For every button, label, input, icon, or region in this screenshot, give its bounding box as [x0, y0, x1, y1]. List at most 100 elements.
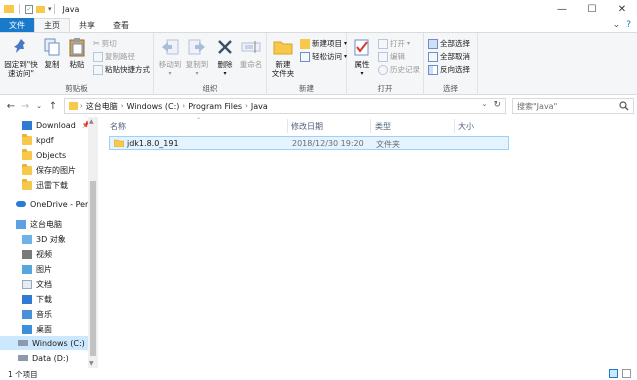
new-group-label: 新建	[299, 84, 314, 93]
nav-item-label: 图片	[36, 264, 52, 274]
breadcrumb-program-files[interactable]: Program Files	[188, 102, 242, 111]
nav-item-label: 迅雷下载	[36, 180, 68, 190]
scissors-icon: ✂	[93, 39, 100, 48]
details-view-icon[interactable]	[609, 369, 618, 378]
separator	[53, 4, 55, 14]
chevron-right-icon[interactable]: ›	[80, 102, 83, 110]
nav-item-3d-objects[interactable]: 3D 对象	[22, 232, 66, 246]
address-dropdown-icon[interactable]: ⌄	[482, 100, 488, 110]
organize-group-label: 组织	[202, 84, 218, 93]
nav-item-pictures[interactable]: 图片	[22, 262, 52, 276]
forward-arrow-icon[interactable]: →	[18, 101, 32, 112]
history-icon	[378, 64, 388, 75]
copy-button[interactable]: 复制	[42, 36, 62, 69]
nav-item-download[interactable]: Download 📌	[22, 118, 90, 132]
nav-item-this-pc[interactable]: 这台电脑	[16, 217, 62, 231]
properties-check-icon[interactable]: ✓	[25, 4, 33, 14]
sort-indicator-icon: ⌃	[196, 117, 202, 124]
refresh-icon[interactable]: ↻	[493, 100, 501, 110]
chevron-right-icon[interactable]: ›	[182, 102, 185, 110]
select-all-button[interactable]: 全部选择	[428, 38, 470, 49]
search-input[interactable]: 搜索"Java"	[512, 98, 634, 114]
file-row[interactable]: jdk1.8.0_191 2018/12/30 19:20 文件夹	[109, 136, 509, 150]
nav-item-objects[interactable]: Objects	[22, 148, 66, 162]
tab-home[interactable]: 主页	[34, 18, 70, 32]
nav-item-music[interactable]: 音乐	[22, 307, 52, 321]
invert-selection-button[interactable]: 反向选择	[428, 64, 470, 75]
ribbon-tabs: 文件 主页 共享 查看 ⌄ ?	[0, 18, 637, 33]
copy-to-label: 复制到	[185, 60, 209, 69]
customize-dropdown-icon[interactable]: ▾	[48, 5, 52, 13]
history-button[interactable]: 历史记录	[378, 64, 420, 75]
breadcrumb-windows-c[interactable]: Windows (C:)	[127, 102, 180, 111]
tab-file[interactable]: 文件	[0, 18, 34, 32]
nav-item-desktop[interactable]: 桌面	[22, 322, 52, 336]
up-arrow-icon[interactable]: ↑	[46, 101, 60, 112]
edit-button[interactable]: 编辑	[378, 51, 405, 62]
column-header-modified[interactable]: 修改日期	[291, 121, 323, 132]
open-button[interactable]: 打开 ▾	[378, 38, 410, 49]
copy-to-button[interactable]: 复制到 ▾	[184, 36, 210, 78]
nav-item-xunlei-downloads[interactable]: 迅雷下载	[22, 178, 68, 192]
copy-path-button[interactable]: 复制路径	[93, 51, 135, 62]
column-divider[interactable]	[370, 119, 371, 133]
new-item-button[interactable]: 新建项目 ▾	[300, 38, 347, 49]
pin-quick-access-button[interactable]: 固定到"快 速访问"	[3, 36, 39, 78]
close-button[interactable]: ✕	[607, 0, 637, 18]
open-group-label: 打开	[377, 84, 393, 93]
folder-icon	[22, 163, 32, 175]
history-label: 历史记录	[390, 65, 420, 74]
breadcrumb-this-pc[interactable]: 这台电脑	[86, 101, 118, 112]
help-icon[interactable]: ?	[626, 20, 631, 30]
move-to-button[interactable]: 移动到 ▾	[157, 36, 183, 78]
column-header-size[interactable]: 大小	[458, 121, 474, 132]
recent-chevron-icon[interactable]: ⌄	[32, 102, 46, 110]
nav-scrollbar[interactable]: ▲ ▼	[88, 117, 98, 368]
chevron-right-icon[interactable]: ›	[121, 102, 124, 110]
nav-item-windows-c[interactable]: Windows (C:)	[0, 336, 88, 350]
new-folder-label: 新建 文件夹	[271, 60, 295, 78]
paste-button[interactable]: 粘贴	[66, 36, 88, 69]
column-header-type[interactable]: 类型	[375, 121, 391, 132]
nav-item-label: Objects	[36, 150, 67, 160]
rename-button[interactable]: 重命名	[238, 36, 264, 69]
properties-button[interactable]: 属性 ▾	[351, 36, 373, 78]
column-divider[interactable]	[454, 119, 455, 133]
minimize-button[interactable]: —	[547, 0, 577, 18]
address-bar[interactable]: › 这台电脑 › Windows (C:) › Program Files › …	[64, 98, 506, 114]
collapse-ribbon-icon[interactable]: ⌄	[613, 20, 621, 30]
nav-item-downloads[interactable]: 下载	[22, 292, 52, 306]
maximize-button[interactable]: ☐	[577, 0, 607, 18]
cut-button[interactable]: ✂ 剪切	[93, 38, 117, 49]
nav-item-kpdf[interactable]: kpdf	[22, 133, 54, 147]
quick-access-toolbar: ✓ ▾	[0, 4, 52, 14]
tab-view[interactable]: 查看	[104, 18, 138, 32]
nav-item-videos[interactable]: 视频	[22, 247, 52, 261]
new-folder-quick-icon[interactable]	[36, 5, 45, 13]
title-bar: ✓ ▾ Java — ☐ ✕	[0, 0, 637, 18]
column-divider[interactable]	[287, 119, 288, 133]
scroll-down-icon[interactable]: ▼	[89, 360, 94, 367]
large-icons-view-icon[interactable]	[622, 369, 631, 378]
easy-access-button[interactable]: 轻松访问 ▾	[300, 51, 347, 62]
ribbon: 固定到"快 速访问" 复制 粘贴 ✂ 剪切 复制路径 粘贴快捷方式 剪贴板 移动…	[0, 33, 637, 95]
tab-share[interactable]: 共享	[70, 18, 104, 32]
select-none-button[interactable]: 全部取消	[428, 51, 470, 62]
scroll-up-icon[interactable]: ▲	[89, 118, 94, 125]
back-arrow-icon[interactable]: ←	[4, 101, 18, 112]
nav-item-saved-pictures[interactable]: 保存的图片	[22, 163, 76, 177]
nav-item-data-d[interactable]: Data (D:)	[18, 351, 69, 365]
new-folder-button[interactable]: 新建 文件夹	[269, 36, 297, 78]
clipboard-group: 固定到"快 速访问" 复制 粘贴 ✂ 剪切 复制路径 粘贴快捷方式 剪贴板	[0, 33, 154, 95]
scrollbar-thumb[interactable]	[90, 181, 96, 356]
clipboard-group-label: 剪贴板	[65, 84, 88, 93]
nav-item-label: kpdf	[36, 135, 54, 145]
cut-label: 剪切	[101, 39, 117, 48]
column-header-name[interactable]: 名称	[110, 121, 126, 132]
delete-button[interactable]: 删除 ▾	[215, 36, 235, 78]
chevron-right-icon[interactable]: ›	[245, 102, 248, 110]
paste-shortcut-button[interactable]: 粘贴快捷方式	[93, 64, 150, 75]
nav-item-documents[interactable]: 文档	[22, 277, 52, 291]
nav-item-onedrive[interactable]: OneDrive - Perso	[16, 197, 97, 211]
breadcrumb-java[interactable]: Java	[251, 102, 268, 111]
